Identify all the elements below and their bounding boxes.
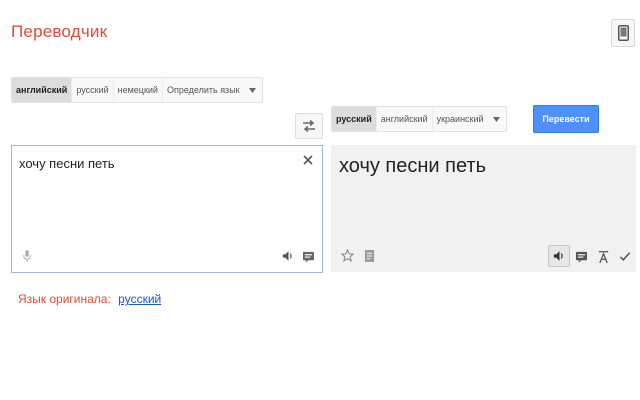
transliteration-icon — [598, 250, 608, 263]
source-lang-detect[interactable]: Определить язык — [163, 78, 244, 102]
star-icon — [340, 248, 354, 262]
chevron-down-icon — [249, 87, 257, 93]
source-listen-button[interactable] — [280, 249, 296, 263]
target-lang-russian[interactable]: русский — [332, 107, 377, 131]
keyboard-button[interactable] — [301, 250, 315, 263]
detected-language-label: Язык оригинала: — [18, 292, 111, 306]
source-language-bar: английский русский немецкий Определить я… — [11, 77, 263, 103]
source-lang-german[interactable]: немецкий — [114, 78, 163, 102]
detected-language-link[interactable]: русский — [118, 292, 161, 306]
clear-button[interactable] — [300, 152, 316, 168]
source-lang-dropdown[interactable] — [244, 78, 262, 102]
source-lang-english[interactable]: английский — [12, 78, 73, 102]
chevron-down-icon — [493, 116, 501, 122]
target-lang-dropdown[interactable] — [488, 107, 506, 131]
swap-languages-button[interactable] — [295, 113, 323, 139]
target-lang-english[interactable]: английский — [377, 107, 433, 131]
check-button[interactable] — [618, 250, 632, 263]
translate-button[interactable]: Перевести — [533, 105, 599, 133]
phrasebook-button[interactable] — [363, 248, 375, 263]
close-icon — [303, 155, 313, 165]
check-icon — [619, 252, 631, 261]
source-lang-russian[interactable]: русский — [72, 78, 114, 102]
source-text[interactable]: хочу песни петь — [19, 156, 115, 171]
transliteration-button[interactable] — [597, 249, 609, 264]
microphone-icon — [23, 250, 31, 262]
mobile-button[interactable] — [611, 19, 635, 47]
swap-languages-icon — [303, 120, 315, 132]
target-language-bar: русский английский украинский — [331, 106, 507, 132]
target-text-area: хочу песни петь — [331, 145, 636, 272]
keyboard-icon — [302, 251, 314, 263]
detected-language-row: Язык оригинала: русский — [18, 292, 161, 306]
mobile-phone-icon — [617, 25, 629, 41]
translation-text: хочу песни петь — [339, 155, 487, 177]
target-lang-ukrainian[interactable]: украинский — [433, 107, 488, 131]
phrasebook-icon — [364, 249, 374, 262]
target-listen-button[interactable] — [548, 245, 570, 267]
feedback-icon — [575, 251, 587, 263]
app-title: Переводчик — [11, 22, 108, 41]
microphone-button[interactable] — [21, 248, 33, 264]
source-text-area[interactable]: хочу песни петь — [11, 145, 323, 273]
star-button[interactable] — [340, 248, 354, 262]
speaker-icon — [553, 251, 563, 261]
feedback-button[interactable] — [574, 250, 588, 263]
speaker-icon — [282, 251, 292, 261]
